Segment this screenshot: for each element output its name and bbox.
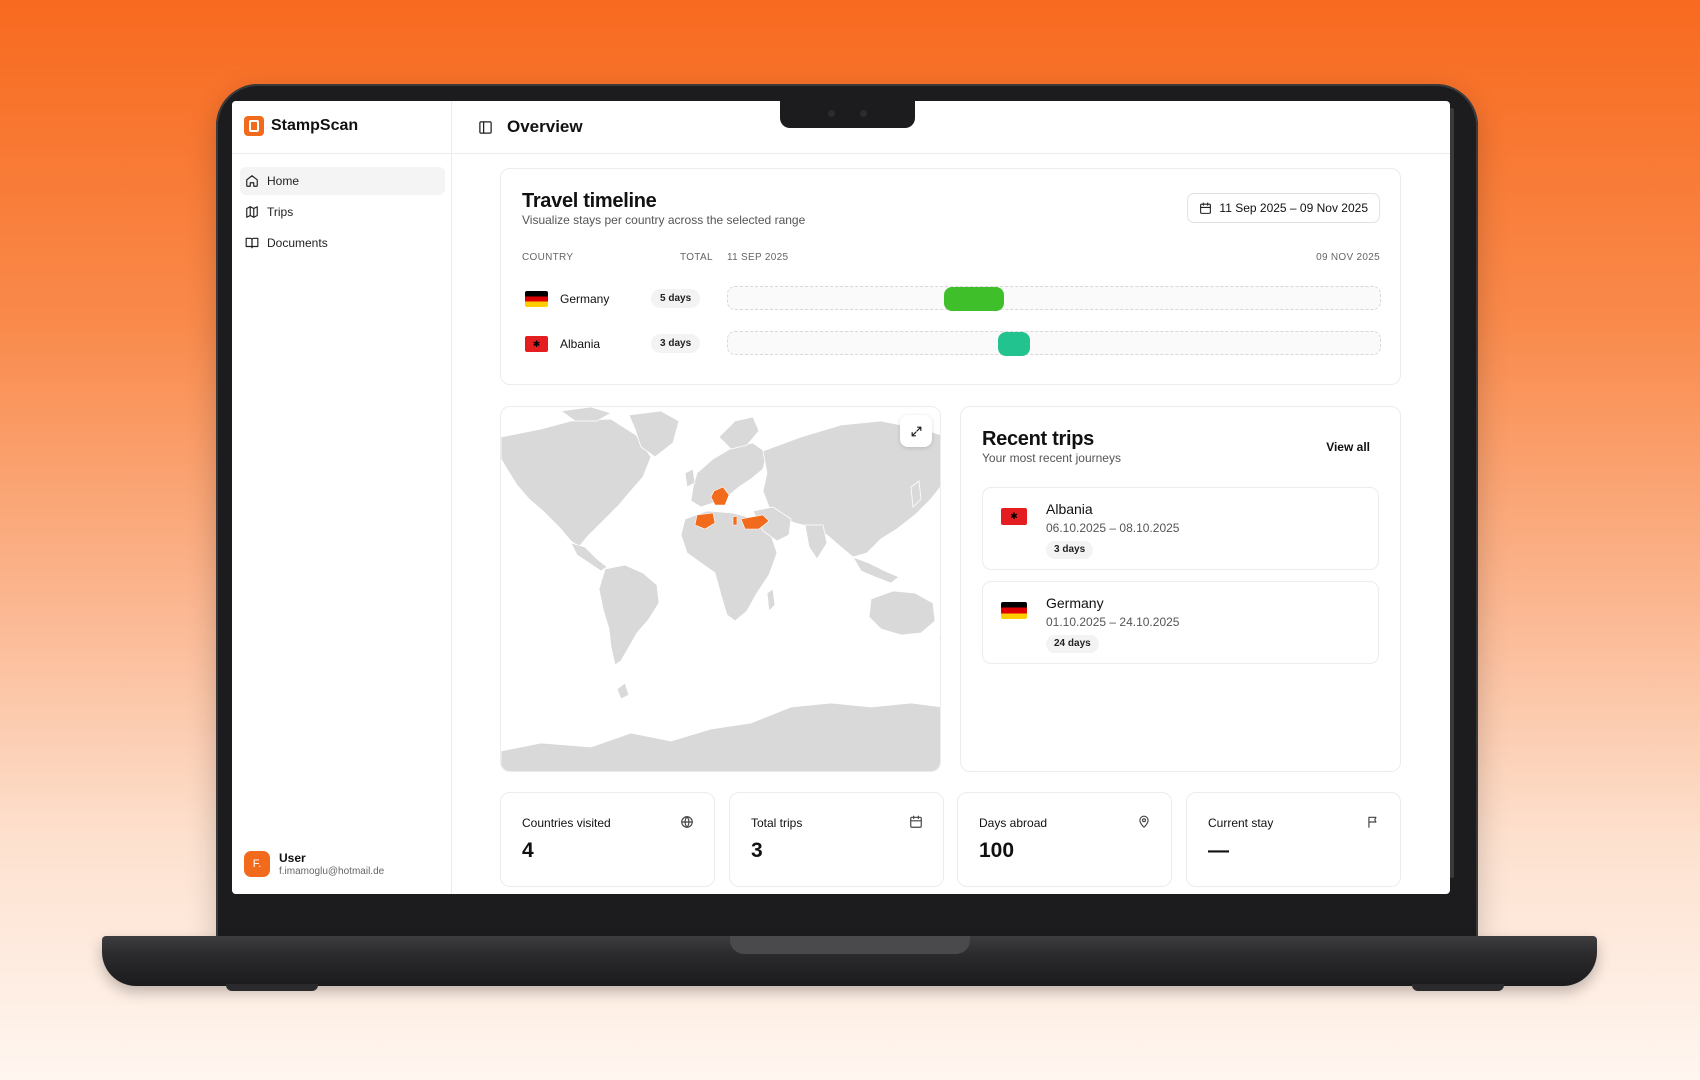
column-header-total: TOTAL	[680, 252, 713, 263]
trip-country: Albania	[1046, 501, 1093, 517]
trip-dates: 06.10.2025 – 08.10.2025	[1046, 521, 1180, 535]
camera-dot	[828, 110, 835, 117]
map-icon	[246, 206, 258, 218]
timeline-track	[727, 286, 1381, 311]
sidebar-item-documents[interactable]: Documents	[240, 229, 445, 257]
central-america-land	[570, 542, 608, 572]
user-email: f.imamoglu@hotmail.de	[279, 866, 385, 877]
india-land	[804, 524, 828, 560]
sensor-dot	[860, 110, 867, 117]
southeast-asia-land	[852, 556, 900, 584]
trip-card-germany[interactable]: Germany 01.10.2025 – 24.10.2025 24 days	[982, 581, 1379, 664]
book-icon	[245, 237, 259, 249]
date-range-button[interactable]: 11 Sep 2025 – 09 Nov 2025	[1187, 193, 1380, 223]
flag-icon	[1368, 816, 1377, 828]
world-map-card	[500, 406, 941, 772]
column-header-start-date: 11 SEP 2025	[727, 252, 789, 263]
stat-label: Total trips	[751, 816, 803, 830]
timeline-total-badge: 3 days	[651, 334, 701, 353]
stat-card-current-stay: Current stay —	[1186, 792, 1401, 887]
stat-value: 100	[979, 839, 1015, 862]
page-title: Overview	[507, 117, 583, 136]
new-zealand-land	[938, 635, 940, 644]
stat-label: Current stay	[1208, 816, 1274, 830]
passport-logo-icon	[244, 116, 264, 136]
brand[interactable]: StampScan	[244, 116, 358, 136]
highlight-albania	[732, 515, 738, 526]
sub-antarctic-land	[616, 682, 630, 700]
north-america-land	[501, 418, 652, 548]
sidebar-toggle-icon[interactable]	[478, 120, 493, 135]
topbar: Overview	[452, 101, 1450, 154]
antarctica-land	[501, 702, 940, 771]
view-all-link[interactable]: View all	[1326, 440, 1370, 454]
trip-country: Germany	[1046, 595, 1104, 611]
trip-duration-badge: 24 days	[1046, 635, 1099, 653]
germany-flag-icon	[525, 291, 548, 307]
sidebar-divider	[232, 153, 452, 154]
arctic-islands-land	[559, 407, 613, 422]
madagascar-land	[766, 588, 776, 612]
stat-value: 3	[751, 839, 763, 862]
timeline-subtitle: Visualize stays per country across the s…	[522, 213, 806, 227]
stat-value: 4	[522, 839, 534, 862]
stat-card-total-trips: Total trips 3	[729, 792, 944, 887]
europe-land	[690, 442, 768, 508]
sidebar-item-trips[interactable]: Trips	[240, 198, 445, 226]
stat-label: Countries visited	[522, 816, 611, 830]
recent-trips-subtitle: Your most recent journeys	[982, 451, 1121, 465]
column-header-end-date: 09 NOV 2025	[1316, 252, 1380, 263]
column-header-country: COUNTRY	[522, 252, 574, 263]
trip-card-albania[interactable]: ✱ Albania 06.10.2025 – 08.10.2025 3 days	[982, 487, 1379, 570]
sidebar-item-home[interactable]: Home	[240, 167, 445, 195]
trip-dates: 01.10.2025 – 24.10.2025	[1046, 615, 1180, 629]
expand-map-button[interactable]	[900, 415, 932, 447]
sidebar-item-label: Trips	[267, 205, 294, 219]
laptop-foot-left	[226, 984, 318, 991]
app-screen: StampScan Home Trips Documents F. User f…	[232, 101, 1450, 894]
calendar-icon	[1200, 202, 1212, 214]
stat-card-countries-visited: Countries visited 4	[500, 792, 715, 887]
stat-label: Days abroad	[979, 816, 1048, 830]
trip-duration-badge: 3 days	[1046, 541, 1094, 559]
laptop-hinge	[730, 936, 970, 954]
avatar: F.	[244, 851, 270, 877]
sidebar-nav: Home Trips Documents	[240, 167, 445, 260]
australia-land	[868, 590, 936, 636]
sidebar: StampScan Home Trips Documents F. User f…	[232, 101, 452, 894]
laptop-foot-right	[1412, 984, 1504, 991]
sidebar-item-label: Home	[267, 174, 300, 188]
timeline-stay-bar[interactable]	[944, 287, 1004, 311]
timeline-stay-bar[interactable]	[998, 332, 1030, 356]
scrollbar[interactable]	[1450, 108, 1454, 878]
south-america-land	[598, 564, 660, 666]
timeline-track	[727, 331, 1381, 356]
stat-value: —	[1208, 839, 1229, 862]
albania-flag-icon: ✱	[1001, 508, 1027, 525]
timeline-row-germany[interactable]: Germany 5 days	[522, 286, 1382, 312]
albania-flag-icon: ✱	[525, 336, 548, 352]
date-range-label: 11 Sep 2025 – 09 Nov 2025	[1219, 201, 1368, 215]
timeline-country: Germany	[560, 292, 610, 306]
expand-icon	[911, 426, 921, 436]
germany-flag-icon	[1001, 602, 1027, 619]
calendar-icon	[910, 815, 922, 828]
timeline-country: Albania	[560, 337, 601, 351]
user-name: User	[279, 851, 306, 865]
map-pin-icon	[1139, 815, 1149, 828]
travel-timeline-card: Travel timeline Visualize stays per coun…	[500, 168, 1401, 385]
brand-name: StampScan	[271, 117, 359, 134]
stat-card-days-abroad: Days abroad 100	[957, 792, 1172, 887]
sidebar-item-label: Documents	[267, 236, 328, 250]
timeline-title: Travel timeline	[522, 190, 657, 212]
recent-trips-title: Recent trips	[982, 428, 1094, 450]
home-icon	[246, 175, 258, 187]
timeline-row-albania[interactable]: ✱ Albania 3 days	[522, 331, 1382, 357]
timeline-total-badge: 5 days	[651, 289, 701, 308]
globe-icon	[681, 816, 693, 828]
world-map[interactable]	[501, 407, 941, 772]
recent-trips-card: Recent trips Your most recent journeys V…	[960, 406, 1401, 772]
camera-notch	[780, 101, 915, 128]
user-menu[interactable]: F. User f.imamoglu@hotmail.de	[244, 851, 384, 877]
